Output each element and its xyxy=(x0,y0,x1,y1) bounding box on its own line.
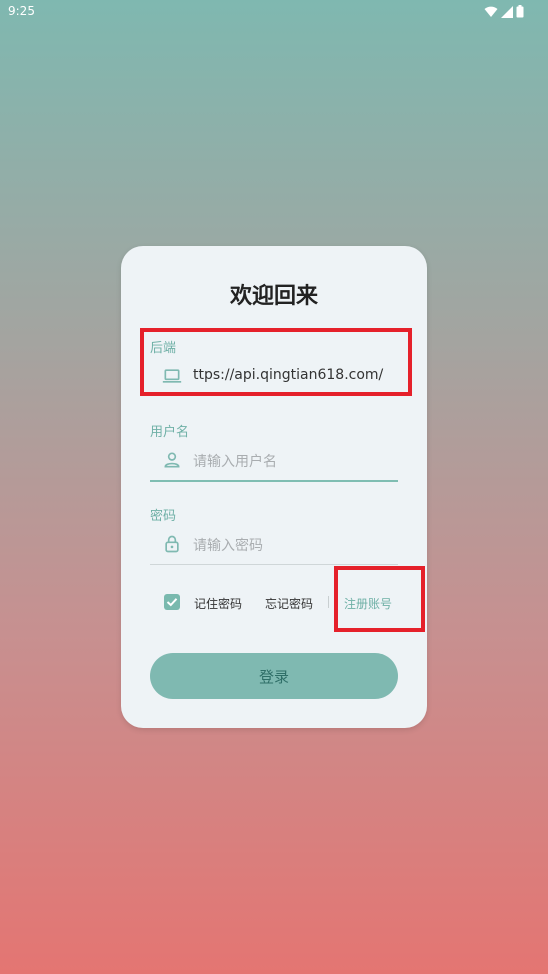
battery-icon xyxy=(516,5,524,18)
username-input[interactable]: 请输入用户名 xyxy=(193,451,277,471)
wifi-icon xyxy=(484,6,498,17)
options-divider xyxy=(328,596,329,608)
welcome-title: 欢迎回来 xyxy=(229,284,318,309)
password-input[interactable]: 请输入密码 xyxy=(193,535,263,555)
remember-label[interactable]: 记住密码 xyxy=(194,595,242,612)
person-icon xyxy=(164,452,180,468)
highlight-box-register xyxy=(334,566,425,632)
remember-checkbox[interactable] xyxy=(164,594,180,610)
login-card: 欢迎回来 后端 ttps://api.qingtian618.com/ 用户名 … xyxy=(121,246,427,728)
username-underline xyxy=(150,480,398,482)
password-underline xyxy=(150,564,398,565)
username-label: 用户名 xyxy=(150,425,190,440)
password-label: 密码 xyxy=(150,509,177,524)
username-field[interactable]: 请输入用户名 xyxy=(150,440,398,480)
login-button[interactable]: 登录 xyxy=(150,653,398,699)
system-icons xyxy=(484,5,524,18)
lock-icon xyxy=(165,535,179,553)
highlight-box-backend xyxy=(140,328,412,396)
checkmark-icon xyxy=(166,598,178,607)
status-time: 9:25 xyxy=(8,4,35,18)
signal-icon xyxy=(501,5,513,18)
password-field[interactable]: 请输入密码 xyxy=(150,524,398,564)
forgot-password-link[interactable]: 忘记密码 xyxy=(265,595,313,612)
status-bar: 9:25 xyxy=(0,0,548,24)
